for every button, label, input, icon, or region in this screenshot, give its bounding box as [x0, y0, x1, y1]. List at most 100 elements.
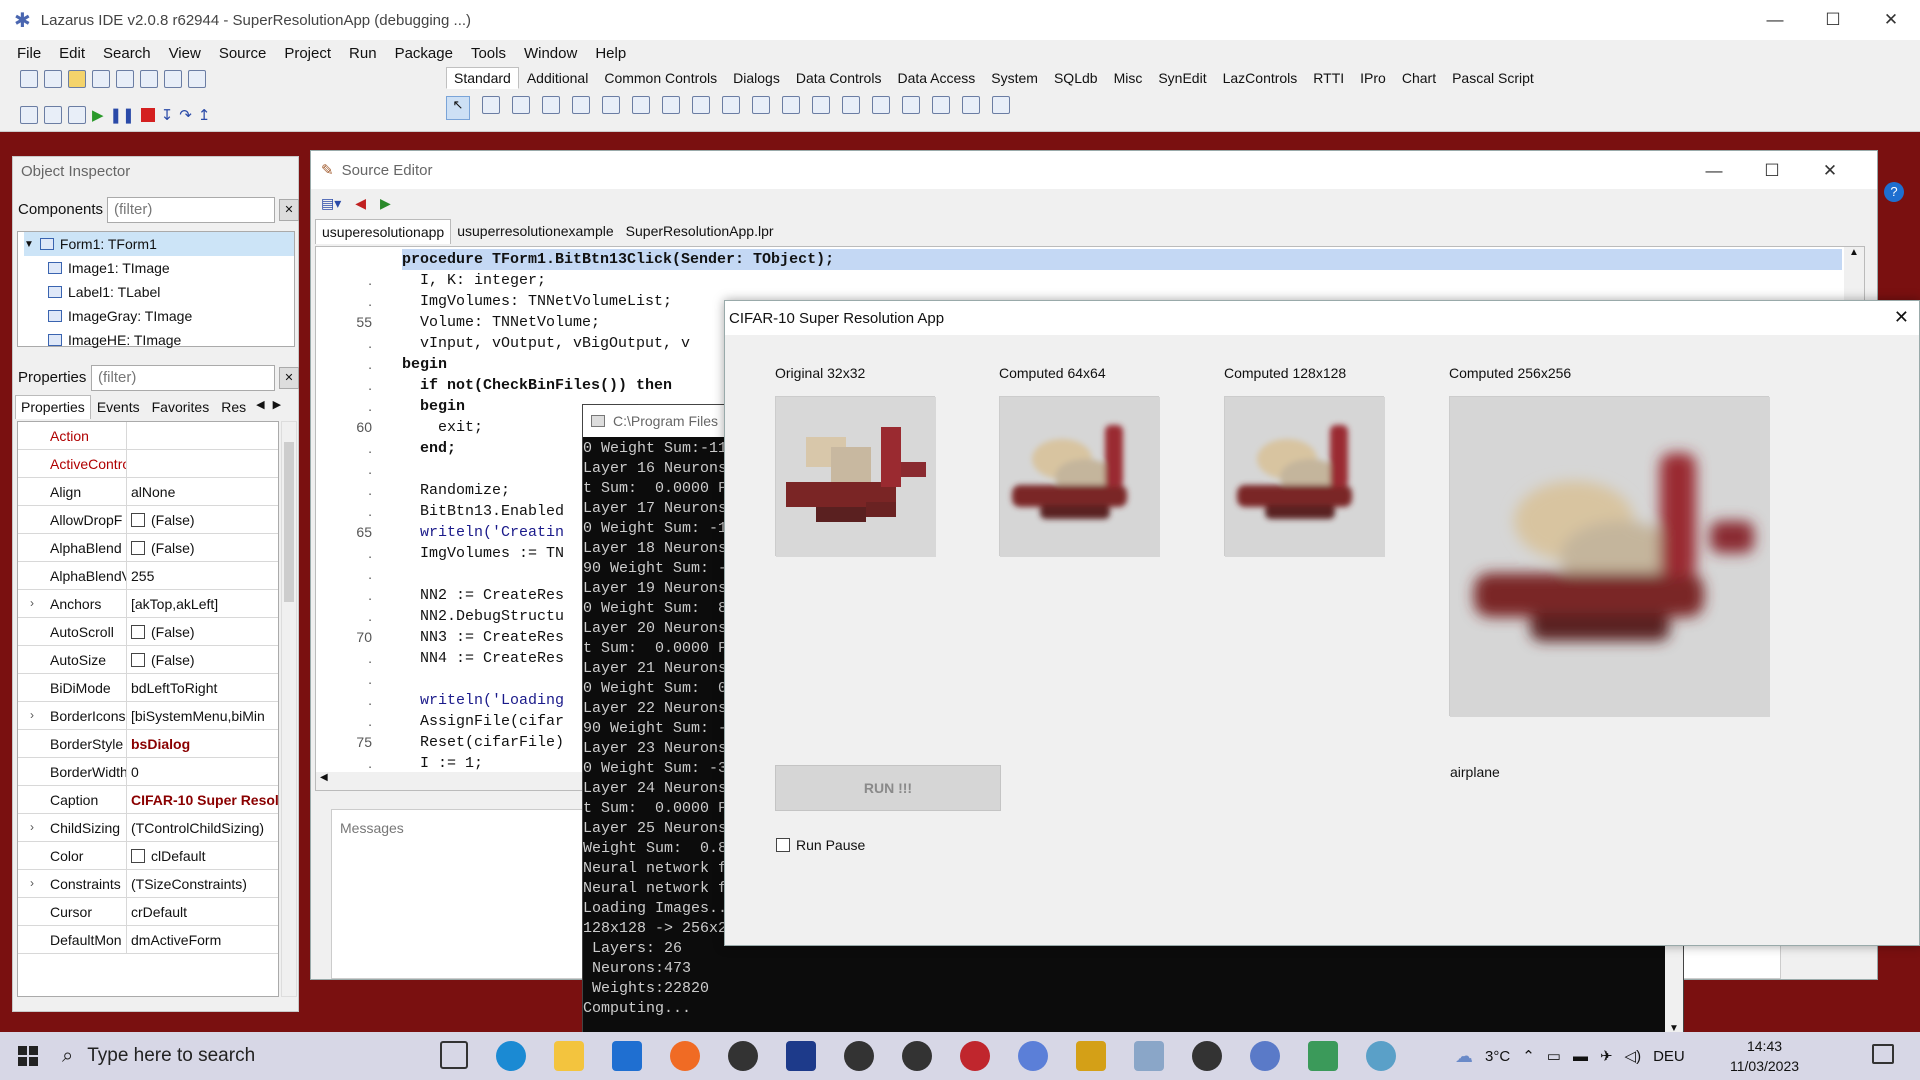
property-value[interactable]: CIFAR-10 Super Resol	[126, 786, 278, 813]
menu-run[interactable]: Run	[340, 45, 386, 62]
property-checkbox[interactable]	[131, 652, 145, 667]
run-button[interactable]: RUN !!!	[775, 765, 1001, 811]
property-value[interactable]: 255	[126, 562, 278, 589]
battery-icon[interactable]: ▬	[1573, 1048, 1588, 1065]
palette-tab-sqldb[interactable]: SQLdb	[1046, 67, 1106, 89]
property-row[interactable]: AlphaBlend (False)	[18, 534, 278, 562]
tactionlist-icon[interactable]	[992, 96, 1010, 114]
tab-events[interactable]: Events	[91, 395, 146, 419]
property-row[interactable]: › Constraints (TSizeConstraints)	[18, 870, 278, 898]
tradiogroup-icon[interactable]	[872, 96, 890, 114]
property-row[interactable]: DefaultMon dmActiveForm	[18, 926, 278, 954]
menu-source[interactable]: Source	[210, 45, 276, 62]
components-filter-input[interactable]: (filter)	[107, 197, 275, 223]
property-row[interactable]: › ChildSizing (TControlChildSizing)	[18, 814, 278, 842]
property-value[interactable]: alNone	[126, 478, 278, 505]
save-icon[interactable]	[92, 70, 110, 88]
toggle-unit-icon[interactable]	[164, 70, 182, 88]
build-icon[interactable]	[68, 106, 86, 124]
menu-project[interactable]: Project	[275, 45, 340, 62]
maximize-button[interactable]: ☐	[1743, 151, 1801, 191]
palette-tab-data-controls[interactable]: Data Controls	[788, 67, 890, 89]
notifications-icon[interactable]	[1872, 1044, 1894, 1064]
property-row[interactable]: AutoScroll (False)	[18, 618, 278, 646]
property-checkbox[interactable]	[131, 848, 145, 863]
property-value[interactable]: dmActiveForm	[126, 926, 278, 953]
tframe-icon[interactable]	[962, 96, 980, 114]
clear-filter-icon[interactable]: ✕	[279, 367, 299, 389]
property-value[interactable]: clDefault	[126, 842, 278, 869]
view-forms-icon[interactable]	[188, 70, 206, 88]
menu-tools[interactable]: Tools	[462, 45, 515, 62]
app-icon[interactable]	[902, 1041, 932, 1071]
property-checkbox[interactable]	[131, 540, 145, 555]
tab-scroll-right-icon[interactable]: ▶	[269, 395, 285, 419]
palette-tab-rtti[interactable]: RTTI	[1305, 67, 1352, 89]
code-line[interactable]: procedure TForm1.BitBtn13Click(Sender: T…	[402, 249, 1842, 270]
app-icon[interactable]	[844, 1041, 874, 1071]
tab-properties[interactable]: Properties	[15, 395, 91, 419]
tedit-icon[interactable]	[602, 96, 620, 114]
pause-icon[interactable]: ❚❚	[110, 106, 135, 124]
tscrollbar-icon[interactable]	[812, 96, 830, 114]
pointer-icon[interactable]: ↖	[446, 96, 470, 120]
close-button[interactable]: ✕	[1801, 151, 1859, 191]
property-value[interactable]	[126, 422, 278, 449]
tree-collapse-icon[interactable]: ▼	[24, 239, 34, 250]
property-value[interactable]: crDefault	[126, 898, 278, 925]
property-value[interactable]: (False)	[126, 534, 278, 561]
ttogglebox-icon[interactable]	[662, 96, 680, 114]
firefox-icon[interactable]	[670, 1041, 700, 1071]
maximize-button[interactable]: ☐	[1804, 0, 1862, 40]
tab-superresolutionapp-lpr[interactable]: SuperResolutionApp.lpr	[620, 219, 780, 244]
forward-icon[interactable]: ▶	[380, 195, 391, 212]
back-icon[interactable]: ◀	[355, 195, 366, 212]
tab-favorites[interactable]: Favorites	[146, 395, 216, 419]
tradiobutton-icon[interactable]	[722, 96, 740, 114]
property-row[interactable]: AutoSize (False)	[18, 646, 278, 674]
expand-icon[interactable]: ›	[30, 596, 34, 610]
palette-tab-misc[interactable]: Misc	[1106, 67, 1151, 89]
app-icon[interactable]	[1076, 1041, 1106, 1071]
console-app-icon[interactable]	[1308, 1041, 1338, 1071]
property-value[interactable]: (TControlChildSizing)	[126, 814, 278, 841]
checkbox-box[interactable]	[776, 838, 790, 852]
run-pause-checkbox[interactable]: Run Pause	[776, 837, 865, 853]
step-over-icon[interactable]: ↷	[179, 106, 192, 124]
weather-temp[interactable]: 3°C	[1485, 1048, 1510, 1065]
minimize-button[interactable]: —	[1746, 0, 1804, 40]
tcheckgroup-icon[interactable]	[902, 96, 920, 114]
network-icon[interactable]: ▭	[1547, 1047, 1561, 1065]
app-icon[interactable]	[1366, 1041, 1396, 1071]
palette-tab-chart[interactable]: Chart	[1394, 67, 1444, 89]
code-line[interactable]: I, K: integer;	[402, 270, 1842, 291]
palette-tab-system[interactable]: System	[983, 67, 1046, 89]
property-row[interactable]: Caption CIFAR-10 Super Resol	[18, 786, 278, 814]
open-icon[interactable]	[68, 70, 86, 88]
property-checkbox[interactable]	[131, 512, 145, 527]
property-value[interactable]: (False)	[126, 646, 278, 673]
tree-node-image1[interactable]: Image1: TImage	[24, 256, 294, 280]
save-all-icon[interactable]	[116, 70, 134, 88]
property-row[interactable]: BorderWidth 0	[18, 758, 278, 786]
tree-node-form1[interactable]: ▼ Form1: TForm1	[24, 232, 294, 256]
b-app-icon[interactable]	[786, 1041, 816, 1071]
menu-file[interactable]: File	[8, 45, 50, 62]
menu-package[interactable]: Package	[386, 45, 462, 62]
tab-scroll-left-icon[interactable]: ◀	[252, 395, 268, 419]
tcheckbox-icon[interactable]	[692, 96, 710, 114]
property-row[interactable]: Color clDefault	[18, 842, 278, 870]
property-row[interactable]: ActiveContro	[18, 450, 278, 478]
properties-filter-input[interactable]: (filter)	[91, 365, 275, 391]
expand-icon[interactable]: ›	[30, 708, 34, 722]
property-row[interactable]: Action	[18, 422, 278, 450]
jump-list-icon[interactable]: ▤▾	[321, 195, 341, 212]
tab-usuperesolutionapp[interactable]: usuperesolutionapp	[315, 219, 452, 244]
taskbar-search[interactable]: ⌕ Type here to search	[62, 1032, 412, 1080]
windows-start-icon[interactable]	[18, 1046, 38, 1066]
tree-node-imagegray[interactable]: ImageGray: TImage	[24, 304, 294, 328]
property-row[interactable]: › BorderIcons [biSystemMenu,biMin	[18, 702, 278, 730]
app-icon[interactable]	[1134, 1041, 1164, 1071]
new-file-icon[interactable]	[20, 70, 38, 88]
property-value[interactable]: bsDialog	[126, 730, 278, 757]
